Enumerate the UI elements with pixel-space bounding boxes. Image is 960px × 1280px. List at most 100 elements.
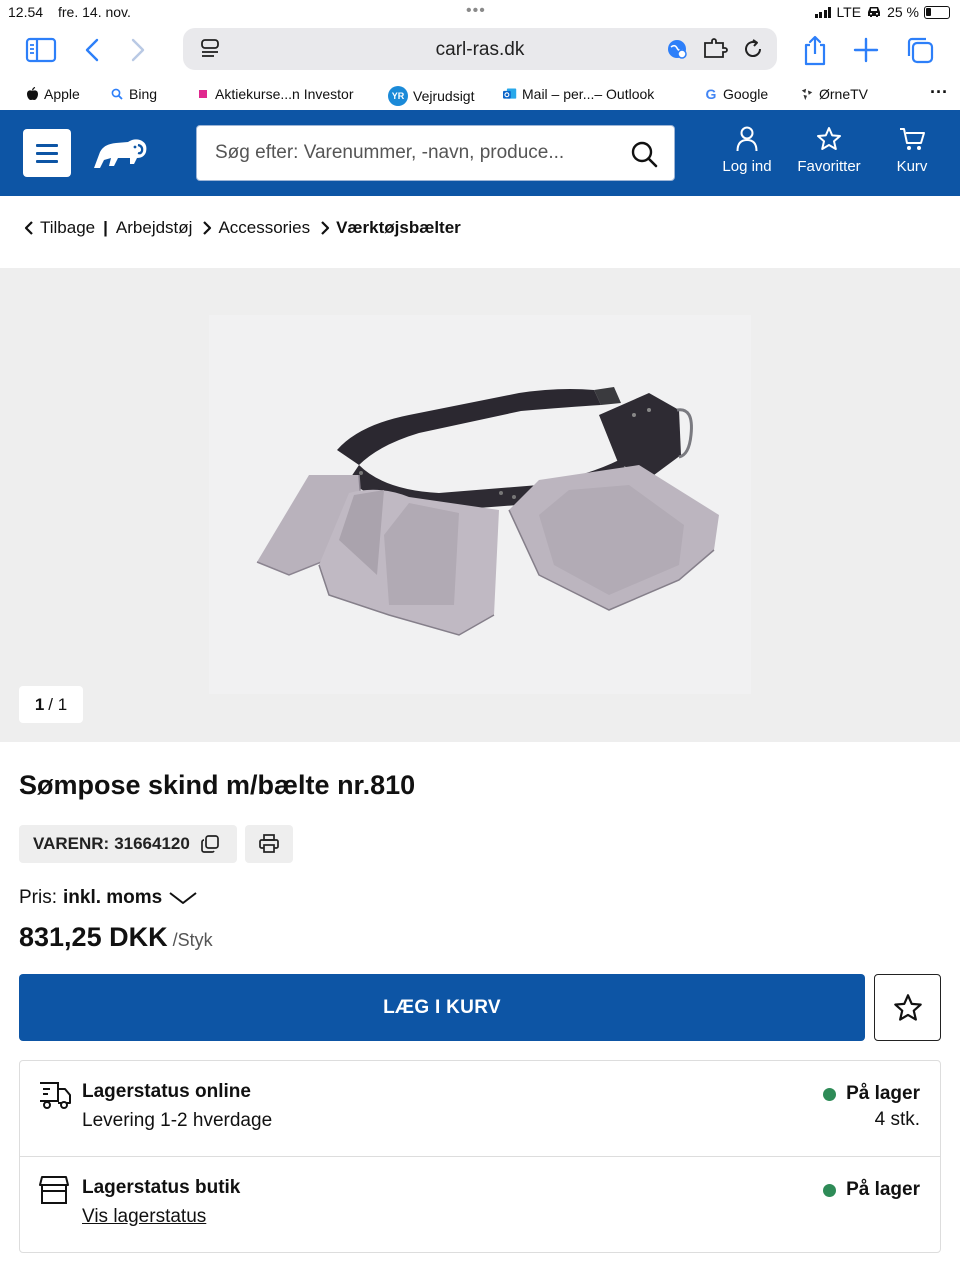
new-tab-icon[interactable] xyxy=(848,32,884,68)
product-gallery: 1 / 1 xyxy=(0,268,960,742)
breadcrumb-separator: | xyxy=(103,218,108,237)
bookmark-apple[interactable]: Apple xyxy=(25,86,80,102)
breadcrumb-item-label: Arbejdstøj xyxy=(115,218,193,237)
share-icon[interactable] xyxy=(797,32,833,68)
stock-store-status-label: På lager xyxy=(846,1179,920,1200)
breadcrumb: Tilbage | Arbejdstøj Accessories Værktøj… xyxy=(24,214,471,242)
print-button[interactable] xyxy=(245,825,293,863)
battery-icon xyxy=(924,5,950,19)
stock-store-row: Lagerstatus butik Vis lagerstatus På lag… xyxy=(20,1157,940,1253)
bookmark-label: ØrneTV xyxy=(819,86,869,102)
bookmarks-bar: Apple Bing Aktiekurse...n Investor YR Ve… xyxy=(0,80,960,110)
stock-store-title: Lagerstatus butik xyxy=(82,1177,241,1198)
privacy-globe-icon[interactable] xyxy=(664,36,690,62)
extension-icon[interactable] xyxy=(702,36,728,62)
ornetv-icon xyxy=(800,87,814,101)
search-box xyxy=(196,125,675,181)
cart-nav[interactable]: Kurv xyxy=(894,126,930,175)
hamburger-menu-button[interactable] xyxy=(23,129,71,177)
product-image[interactable] xyxy=(209,315,751,694)
bookmark-bing[interactable]: Bing xyxy=(110,86,157,102)
price-label: Pris: xyxy=(19,887,57,908)
cart-icon xyxy=(900,128,925,150)
stock-online-status-label: På lager xyxy=(846,1083,920,1104)
bookmarks-more-icon[interactable]: ··· xyxy=(930,82,948,103)
price: 831,25 DKK /Styk xyxy=(19,922,213,953)
search-input[interactable] xyxy=(215,126,615,180)
multitask-dots-icon[interactable]: ••• xyxy=(466,2,486,20)
chevron-down-icon xyxy=(169,892,197,904)
forward-icon[interactable] xyxy=(120,32,156,68)
address-bar[interactable]: carl-ras.dk xyxy=(183,28,777,70)
user-icon xyxy=(736,126,758,152)
copy-icon[interactable] xyxy=(200,834,220,854)
view-stock-status-link[interactable]: Vis lagerstatus xyxy=(82,1206,206,1228)
stock-online-subtitle: Levering 1-2 hverdage xyxy=(82,1110,273,1131)
price-mode: inkl. moms xyxy=(63,887,163,908)
search-icon[interactable] xyxy=(630,140,658,168)
bookmark-google[interactable]: G Google xyxy=(704,86,769,102)
login-label: Log ind xyxy=(722,158,772,175)
back-icon[interactable] xyxy=(74,32,110,68)
bookmark-aktiekurser[interactable]: Aktiekurse...n Investor xyxy=(196,86,354,102)
bookmark-label: Mail – per...– Outlook xyxy=(522,86,655,102)
sku-label: VARENR: xyxy=(33,834,110,853)
favorites-nav[interactable]: Favoritter xyxy=(797,126,861,175)
signal-icon xyxy=(814,6,832,18)
breadcrumb-current: Værktøjsbælter xyxy=(320,218,461,238)
sku-chip[interactable]: VARENR: 31664120 xyxy=(19,825,237,863)
battery-label: 25 % xyxy=(887,4,919,20)
image-counter-current: 1 xyxy=(34,694,45,714)
store-icon xyxy=(38,1175,72,1207)
breadcrumb-back[interactable]: Tilbage xyxy=(24,218,95,238)
stock-status-box: Lagerstatus online Levering 1-2 hverdage… xyxy=(19,1060,941,1253)
sidebar-icon[interactable] xyxy=(23,32,59,68)
in-stock-dot-icon xyxy=(823,1087,837,1101)
outlook-icon xyxy=(503,87,517,101)
in-stock-dot-icon xyxy=(823,1183,837,1197)
breadcrumb-item-label: Accessories xyxy=(218,218,311,237)
status-bar: 12.54 fre. 14. nov. ••• LTE 25 % xyxy=(0,0,960,24)
image-counter-total: / 1 xyxy=(48,694,68,714)
bookmark-label: Vejrudsigt xyxy=(413,88,475,104)
image-counter: 1 / 1 xyxy=(19,686,83,723)
yr-icon: YR xyxy=(388,86,408,106)
site-header: Log ind Favoritter Kurv xyxy=(0,110,960,196)
price-unit: /Styk xyxy=(172,930,213,950)
favorites-label: Favoritter xyxy=(797,158,861,175)
bookmark-label: Apple xyxy=(44,86,80,102)
status-date: fre. 14. nov. xyxy=(58,4,131,20)
car-icon xyxy=(868,7,881,17)
stock-online-title: Lagerstatus online xyxy=(82,1081,251,1102)
chevron-right-icon xyxy=(320,220,330,236)
price-mode-selector[interactable]: Pris: inkl. moms xyxy=(19,887,198,909)
chevron-right-icon xyxy=(202,220,212,236)
bookmark-outlook[interactable]: Mail – per...– Outlook xyxy=(503,86,654,102)
star-icon xyxy=(817,127,841,150)
login-nav[interactable]: Log ind xyxy=(722,126,772,175)
cart-label: Kurv xyxy=(896,158,928,175)
stock-online-status: På lager xyxy=(823,1083,920,1105)
search-icon xyxy=(110,87,124,101)
breadcrumb-back-label: Tilbage xyxy=(40,218,96,237)
add-to-favorites-button[interactable] xyxy=(874,974,941,1041)
product-title: Sømpose skind m/bælte nr.810 xyxy=(19,770,416,800)
apple-icon xyxy=(25,87,39,101)
network-label: LTE xyxy=(836,4,862,20)
breadcrumb-item[interactable]: Accessories xyxy=(202,218,310,238)
tabs-overview-icon[interactable] xyxy=(902,32,938,68)
carl-ras-ram-logo[interactable] xyxy=(90,134,152,174)
chevron-left-icon xyxy=(24,220,34,236)
breadcrumb-item[interactable]: Arbejdstøj xyxy=(116,218,193,238)
bookmark-ornetv[interactable]: ØrneTV xyxy=(800,86,868,102)
stock-online-row: Lagerstatus online Levering 1-2 hverdage… xyxy=(20,1061,940,1157)
pink-square-icon xyxy=(196,87,210,101)
bookmark-label: Google xyxy=(723,86,769,102)
bookmark-vejrudsigt[interactable]: YR Vejrudsigt xyxy=(388,86,474,106)
status-time: 12.54 xyxy=(8,4,44,20)
bookmark-label: Aktiekurse...n Investor xyxy=(215,86,354,102)
stock-store-status: På lager xyxy=(823,1179,920,1201)
reload-icon[interactable] xyxy=(740,36,766,62)
add-to-cart-button[interactable]: LÆG I KURV xyxy=(19,974,865,1041)
price-value: 831,25 DKK xyxy=(19,922,168,952)
